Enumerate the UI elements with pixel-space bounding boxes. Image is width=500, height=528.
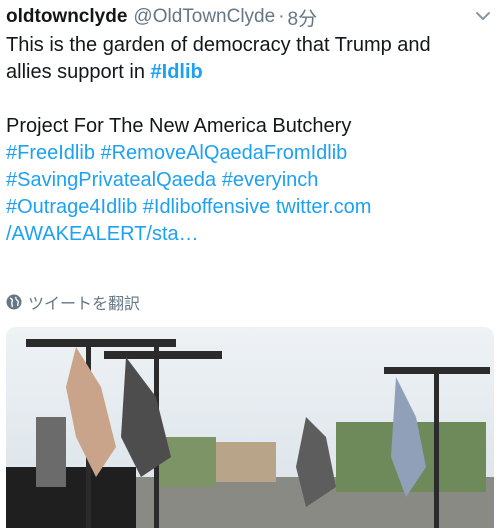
translate-label: ツイートを翻訳: [28, 296, 141, 313]
display-name[interactable]: oldtownclyde: [6, 6, 127, 28]
tweet-header: oldtownclyde @OldTownClyde · 8分: [6, 4, 492, 30]
hashtag-idlib[interactable]: #Idlib: [151, 61, 203, 83]
timestamp[interactable]: 8分: [288, 4, 318, 31]
user-handle[interactable]: @OldTownClyde: [133, 6, 275, 28]
tweet-line-2: allies support in #Idlib: [6, 59, 494, 86]
photo-illustration: [6, 327, 494, 528]
hashtags-link-line: #Outrage4Idlib #Idliboffensive twitter.c…: [6, 194, 494, 221]
chevron-down-icon[interactable]: [474, 9, 492, 23]
hashtags-line-3[interactable]: #Outrage4Idlib #Idliboffensive: [6, 196, 276, 218]
tweet-link[interactable]: twitter.com: [276, 196, 372, 218]
tweet-line-2-text: allies support in: [6, 61, 151, 83]
tweet-photo[interactable]: [6, 327, 494, 528]
hashtags-line-1[interactable]: #FreeIdlib #RemoveAlQaedaFromIdlib: [6, 140, 494, 167]
hashtags-line-2[interactable]: #SavingPrivatealQaeda #everyinch: [6, 167, 494, 194]
tweet-link-continued[interactable]: /AWAKEALERT/sta…: [6, 221, 494, 248]
tweet-line-3: Project For The New America Butchery: [6, 115, 352, 137]
tweet-text: This is the garden of democracy that Tru…: [6, 32, 494, 248]
tweet-line-1: This is the garden of democracy that Tru…: [6, 34, 431, 56]
translate-tweet-button[interactable]: ツイートを翻訳: [6, 290, 140, 314]
separator-dot: ·: [278, 6, 285, 27]
globe-icon: [6, 294, 22, 310]
